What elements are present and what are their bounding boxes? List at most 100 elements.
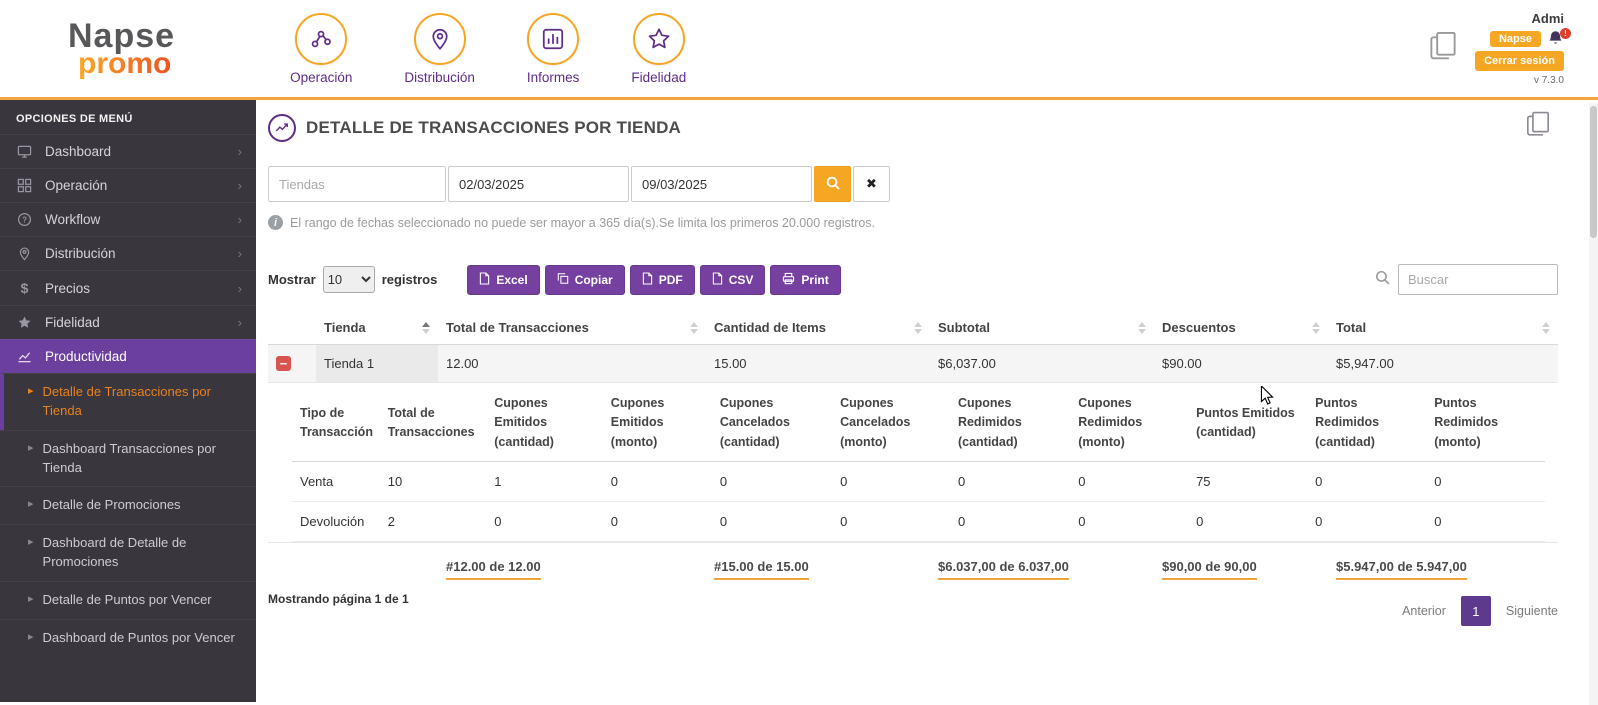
sidebar-item-dashboard[interactable]: Dashboard ›: [0, 134, 256, 168]
user-badges: Napse !: [1490, 30, 1564, 47]
col-header-tienda[interactable]: Tienda: [316, 311, 438, 345]
main-content: DETALLE DE TRANSACCIONES POR TIENDA ✖ i …: [256, 100, 1598, 702]
cell-total-transacciones: 12.00: [438, 345, 706, 383]
date-to-input[interactable]: [631, 166, 812, 202]
sidebar-item-productividad[interactable]: Productividad: [0, 339, 256, 373]
file-icon: [479, 272, 490, 288]
detail-col-header: Puntos Emitidos (cantidad): [1188, 385, 1307, 462]
clear-filters-button[interactable]: ✖: [853, 166, 890, 202]
sidebar-subitem-dashboard-puntos[interactable]: ▸ Dashboard de Puntos por Vencer: [0, 619, 256, 657]
col-header-descuentos[interactable]: Descuentos: [1154, 311, 1328, 345]
totals-row: #12.00 de 12.00 #15.00 de 15.00 $6.037,0…: [268, 543, 1558, 583]
grid-icon: [16, 178, 33, 193]
cell-descuentos: $90.00: [1154, 345, 1328, 383]
star-icon: [16, 315, 33, 330]
date-from-input[interactable]: [448, 166, 629, 202]
top-nav: Operación Distribución Informes: [290, 13, 686, 85]
table-controls: Mostrar 10 registros Excel Copiar PDF: [268, 264, 1558, 295]
col-header-total-transacciones[interactable]: Total de Transacciones: [438, 311, 706, 345]
current-page-button[interactable]: 1: [1461, 596, 1491, 626]
previous-page-button[interactable]: Anterior: [1402, 604, 1446, 618]
col-header-cantidad-items[interactable]: Cantidad de Items: [706, 311, 930, 345]
nav-informes[interactable]: Informes: [527, 13, 580, 85]
button-label: Excel: [496, 273, 527, 287]
next-page-button[interactable]: Siguiente: [1506, 604, 1558, 618]
sidebar-item-operacion[interactable]: Operación ›: [0, 168, 256, 202]
pages-icon[interactable]: [1425, 30, 1461, 67]
total-summary: $5.947,00 de 5.947,00: [1336, 559, 1467, 580]
search-icon: [825, 175, 841, 194]
nav-operacion[interactable]: Operación: [290, 13, 352, 85]
close-icon: ✖: [866, 176, 877, 192]
sidebar-item-precios[interactable]: $ Precios ›: [0, 270, 256, 305]
logout-button[interactable]: Cerrar sesión: [1475, 51, 1564, 71]
detail-cell: 10: [380, 462, 487, 502]
csv-button[interactable]: CSV: [700, 265, 766, 295]
page-size-select[interactable]: 10: [323, 266, 375, 293]
info-message-row: i El rango de fechas seleccionado no pue…: [268, 215, 1558, 230]
line-chart-icon: [16, 349, 33, 364]
sidebar-title: OPCIONES DE MENÚ: [0, 100, 256, 134]
detail-cell: 0: [1426, 462, 1545, 502]
detail-cell: 0: [603, 502, 712, 542]
nav-label: Distribución: [404, 70, 475, 85]
print-button[interactable]: Print: [770, 265, 840, 295]
copy-button[interactable]: Copiar: [545, 265, 625, 295]
sidebar-subitem-dashboard-transacciones[interactable]: ▸ Dashboard Transacciones por Tienda: [0, 430, 256, 487]
pdf-button[interactable]: PDF: [630, 265, 695, 295]
sidebar-subitem-label: Dashboard de Puntos por Vencer: [43, 629, 235, 648]
detail-cell: 0: [486, 502, 603, 542]
pages-icon[interactable]: [1522, 110, 1554, 143]
user-name: Admi: [1532, 11, 1565, 26]
sidebar-subitem-dashboard-promociones[interactable]: ▸ Dashboard de Detalle de Promociones: [0, 524, 256, 581]
scrollbar-thumb[interactable]: [1590, 106, 1597, 238]
subtotal-summary: $6.037,00 de 6.037,00: [938, 559, 1069, 580]
nodes-icon: [295, 13, 347, 65]
sidebar-item-distribucion[interactable]: Distribución ›: [0, 236, 256, 270]
dollar-icon: $: [16, 280, 33, 296]
file-icon: [712, 272, 723, 288]
nav-label: Fidelidad: [631, 70, 686, 85]
col-header-total[interactable]: Total: [1328, 311, 1558, 345]
bar-chart-icon: [527, 13, 579, 65]
sidebar-subitem-detalle-transacciones[interactable]: ▸ Detalle de Transacciones por Tienda: [0, 373, 256, 430]
printer-icon: [782, 272, 795, 288]
sidebar-subitem-label: Detalle de Promociones: [43, 496, 181, 515]
nav-distribucion[interactable]: Distribución: [404, 13, 475, 85]
star-icon: [633, 13, 685, 65]
sidebar-item-workflow[interactable]: ? Workflow ›: [0, 202, 256, 236]
row-control-cell: −: [268, 345, 316, 383]
table-header-row: Tienda Total de Transacciones Cantidad d…: [268, 311, 1558, 345]
chevron-right-icon: ›: [238, 144, 242, 159]
sort-arrows-icon: [914, 322, 922, 334]
col-header-subtotal[interactable]: Subtotal: [930, 311, 1154, 345]
search-button[interactable]: [814, 166, 851, 202]
table-row: − Tienda 1 12.00 15.00 $6,037.00 $90.00 …: [268, 345, 1558, 383]
excel-button[interactable]: Excel: [467, 265, 539, 295]
sidebar-subitem-detalle-puntos[interactable]: ▸ Detalle de Puntos por Vencer: [0, 581, 256, 619]
detail-cell: 0: [950, 502, 1070, 542]
pagination-info: Mostrando página 1 de 1: [268, 592, 409, 606]
vertical-scrollbar[interactable]: [1589, 103, 1598, 705]
notifications-bell-icon[interactable]: !: [1547, 30, 1564, 47]
sidebar-subitem-label: Dashboard Transacciones por Tienda: [43, 440, 238, 478]
buscar-input[interactable]: [1398, 264, 1558, 295]
collapse-row-icon[interactable]: −: [276, 356, 291, 371]
sidebar-item-label: Fidelidad: [45, 315, 100, 330]
mostrar-label: Mostrar: [268, 272, 316, 287]
table-footer: Mostrando página 1 de 1 Anterior 1 Sigui…: [268, 592, 1558, 626]
sidebar-subitem-detalle-promociones[interactable]: ▸ Detalle de Promociones: [0, 486, 256, 524]
info-icon: i: [268, 215, 283, 230]
page-title: DETALLE DE TRANSACCIONES POR TIENDA: [306, 118, 681, 138]
user-info: Admi Napse ! Cerrar sesión v 7.3.0: [1475, 11, 1564, 86]
col-header-label: Total de Transacciones: [446, 320, 589, 335]
button-label: Copiar: [575, 273, 613, 287]
nav-fidelidad[interactable]: Fidelidad: [631, 13, 686, 85]
detail-col-header: Tipo de Transacción: [292, 385, 380, 462]
location-pin-icon: [414, 13, 466, 65]
tiendas-input[interactable]: [268, 166, 446, 202]
cell-tienda: Tienda 1: [316, 345, 438, 383]
sidebar-item-fidelidad[interactable]: Fidelidad ›: [0, 305, 256, 339]
detail-cell: 0: [1070, 462, 1188, 502]
detail-col-header: Cupones Cancelados (monto): [832, 385, 950, 462]
